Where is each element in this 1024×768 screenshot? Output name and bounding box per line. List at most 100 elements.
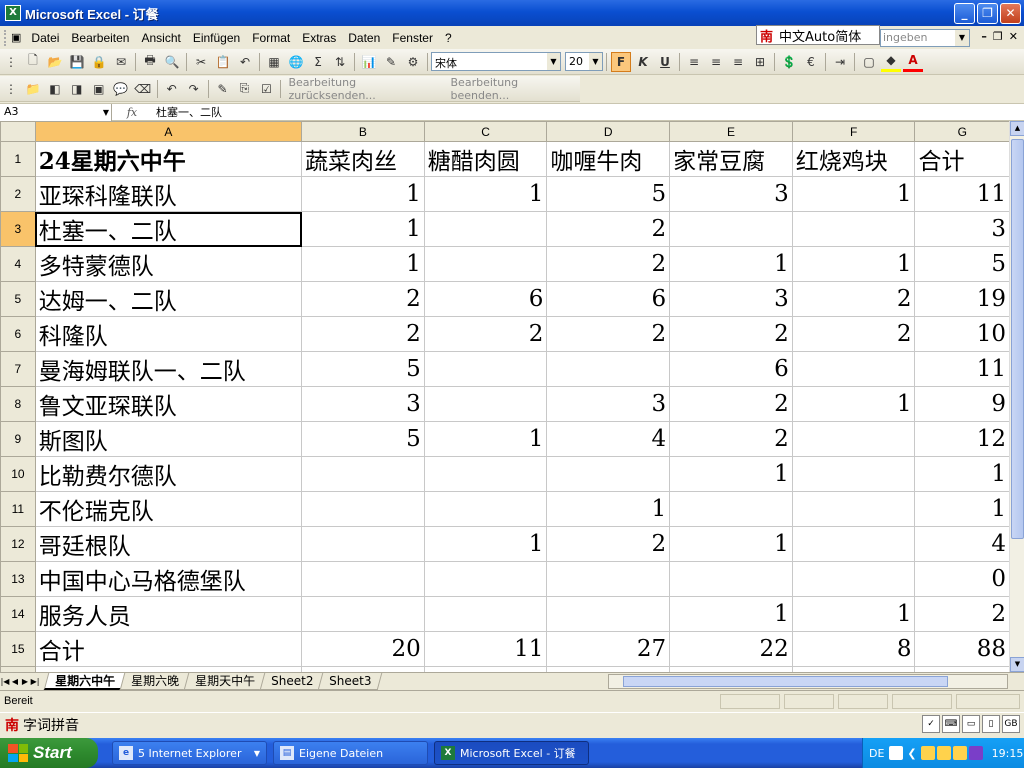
- horizontal-scrollbar[interactable]: [608, 674, 1008, 689]
- cell[interactable]: [423, 211, 548, 247]
- cell[interactable]: 中国中心马格德堡队: [34, 561, 303, 597]
- cell[interactable]: 1: [423, 176, 548, 212]
- align-center-icon[interactable]: ≡: [706, 52, 726, 72]
- bold-button[interactable]: F: [611, 51, 631, 72]
- cell[interactable]: 5: [546, 176, 671, 212]
- new-file-icon[interactable]: 🗋: [23, 52, 43, 72]
- review-redo-icon[interactable]: ↷: [184, 79, 204, 99]
- cell[interactable]: 比勒费尔德队: [34, 456, 303, 492]
- italic-button[interactable]: K: [633, 52, 653, 72]
- cell[interactable]: 3: [669, 176, 793, 212]
- cell[interactable]: [791, 351, 916, 387]
- last-sheet-icon[interactable]: ▶|: [30, 677, 40, 686]
- help-tray-icon[interactable]: [889, 746, 904, 760]
- cell[interactable]: [423, 596, 548, 632]
- email-icon[interactable]: ✉: [111, 52, 131, 72]
- scroll-thumb[interactable]: [1011, 139, 1024, 539]
- cell[interactable]: 6: [423, 281, 548, 317]
- cell[interactable]: [423, 351, 548, 387]
- cell[interactable]: 5: [301, 421, 425, 457]
- cell[interactable]: 2: [791, 281, 916, 317]
- chevron-down-icon[interactable]: ▼: [547, 53, 560, 70]
- review-next-icon[interactable]: ◨: [67, 79, 87, 99]
- cell[interactable]: 2: [914, 596, 1010, 632]
- cell[interactable]: 服务人员: [34, 596, 303, 632]
- cell[interactable]: 亚琛科隆联队: [34, 176, 303, 212]
- scroll-thumb[interactable]: [623, 676, 948, 687]
- cell[interactable]: 12: [914, 421, 1010, 457]
- clock[interactable]: 19:15: [992, 747, 1024, 760]
- tab-sheet2[interactable]: Sheet2: [259, 673, 325, 690]
- cell[interactable]: 1: [423, 421, 548, 457]
- cell[interactable]: [301, 561, 425, 597]
- cell[interactable]: 27: [546, 631, 671, 667]
- cell[interactable]: 达姆一、二队: [34, 281, 303, 317]
- cell[interactable]: 糖醋肉圆: [423, 141, 548, 177]
- cell[interactable]: [546, 596, 671, 632]
- cell[interactable]: 22: [669, 631, 793, 667]
- help-search-input[interactable]: ingeben ▼: [880, 29, 970, 47]
- cell[interactable]: [546, 561, 671, 597]
- cell[interactable]: 1: [301, 211, 425, 247]
- cell[interactable]: 2: [791, 316, 916, 352]
- cell[interactable]: 1: [301, 176, 425, 212]
- vertical-scrollbar[interactable]: ▲ ▼: [1009, 121, 1024, 672]
- cell[interactable]: 4: [914, 526, 1010, 562]
- cell[interactable]: [791, 526, 916, 562]
- cell[interactable]: 2: [546, 246, 671, 282]
- worksheet-grid[interactable]: A B C D E F G 1 24星期六中午 蔬菜肉丝 糖醋肉圆 咖喱牛肉 家…: [0, 121, 1010, 672]
- cell[interactable]: 1: [669, 246, 793, 282]
- cell[interactable]: 鲁文亚琛联队: [34, 386, 303, 422]
- menu-extras[interactable]: Extras: [296, 29, 342, 47]
- cell[interactable]: 不伦瑞克队: [34, 491, 303, 527]
- cell[interactable]: 2: [669, 386, 793, 422]
- row-header[interactable]: 14: [0, 596, 36, 632]
- taskbar-item-ie[interactable]: e 5 Internet Explorer ▼: [112, 741, 267, 765]
- cell[interactable]: 3: [301, 386, 425, 422]
- insert-chart-icon[interactable]: ▦: [264, 52, 284, 72]
- cell[interactable]: [669, 561, 793, 597]
- review-open-icon[interactable]: 📁: [23, 79, 43, 99]
- cell[interactable]: 6: [669, 351, 793, 387]
- save-icon[interactable]: 💾: [67, 52, 87, 72]
- cell[interactable]: [423, 456, 548, 492]
- cell[interactable]: 合计: [914, 141, 1010, 177]
- row-header[interactable]: 12: [0, 526, 36, 562]
- cell[interactable]: 3: [669, 281, 793, 317]
- tray-expand-icon[interactable]: ❮: [907, 747, 916, 760]
- row-header[interactable]: 9: [0, 421, 36, 457]
- doc-restore-button[interactable]: ❐: [993, 30, 1003, 43]
- cell[interactable]: 0: [914, 561, 1010, 597]
- row-header[interactable]: 3: [0, 211, 36, 247]
- cell[interactable]: 9: [914, 386, 1010, 422]
- cell[interactable]: 多特蒙德队: [34, 246, 303, 282]
- cell[interactable]: 2: [669, 421, 793, 457]
- row-header[interactable]: 2: [0, 176, 36, 212]
- volume-icon[interactable]: [936, 746, 951, 760]
- taskbar-item-folder[interactable]: ▤ Eigene Dateien: [273, 741, 428, 765]
- zoom-icon[interactable]: ⚙: [403, 52, 423, 72]
- cell[interactable]: [791, 561, 916, 597]
- review-delete-icon[interactable]: ⌫: [133, 79, 153, 99]
- cell[interactable]: 2: [669, 316, 793, 352]
- end-review-button[interactable]: Bearbeitung beenden...: [451, 76, 581, 102]
- language-indicator[interactable]: DE: [869, 747, 884, 760]
- euro-button[interactable]: €: [801, 52, 821, 72]
- cell[interactable]: 哥廷根队: [34, 526, 303, 562]
- row-header[interactable]: 4: [0, 246, 36, 282]
- cell[interactable]: [669, 211, 793, 247]
- cell[interactable]: 3: [546, 386, 671, 422]
- ime-punct-icon[interactable]: ▯: [982, 715, 1000, 733]
- review-track-icon[interactable]: ⎘: [235, 79, 255, 99]
- cell[interactable]: [791, 491, 916, 527]
- row-header[interactable]: 13: [0, 561, 36, 597]
- cell[interactable]: 科隆队: [34, 316, 303, 352]
- align-right-icon[interactable]: ≡: [728, 52, 748, 72]
- align-left-icon[interactable]: ≡: [684, 52, 704, 72]
- network-icon[interactable]: [920, 746, 935, 760]
- underline-button[interactable]: U: [655, 52, 675, 72]
- cell[interactable]: 1: [791, 176, 916, 212]
- toolbar-grip[interactable]: ⋮: [1, 52, 21, 72]
- row-header[interactable]: 1: [0, 141, 36, 177]
- cell[interactable]: [301, 596, 425, 632]
